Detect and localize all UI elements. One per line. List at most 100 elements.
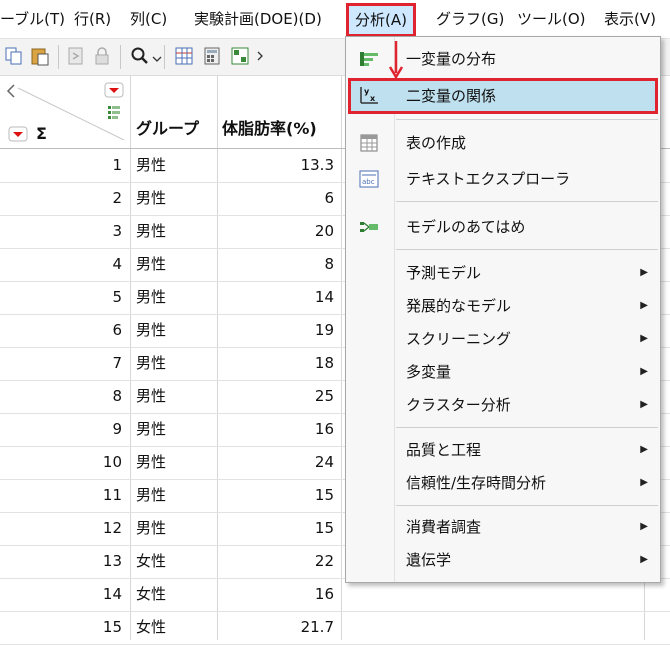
row-number[interactable]: 11: [0, 479, 122, 512]
script-icon[interactable]: [66, 46, 86, 66]
column-menu-icon[interactable]: [104, 82, 124, 98]
cell-bodyfat[interactable]: 13.3: [218, 149, 334, 182]
menu-item-label: スクリーニング: [406, 330, 512, 348]
cell-bodyfat[interactable]: 6: [218, 182, 334, 215]
cell-bodyfat[interactable]: 15: [218, 512, 334, 545]
column-list-icon[interactable]: [106, 104, 122, 120]
cell-bodyfat[interactable]: 19: [218, 314, 334, 347]
menu-item-clustering[interactable]: クラスター分析 ▶: [346, 389, 660, 421]
text-explorer-icon: abc: [359, 170, 379, 188]
menu-view[interactable]: 表示(V): [604, 6, 656, 32]
row-number[interactable]: 13: [0, 545, 122, 578]
layout-icon[interactable]: [230, 46, 250, 66]
cell-group[interactable]: 女性: [136, 545, 216, 578]
menu-item-fit-model[interactable]: モデルのあてはめ: [346, 211, 660, 243]
menu-item-label: 発展的なモデル: [406, 297, 512, 315]
menu-item-label: 信頼性/生存時間分析: [406, 474, 547, 492]
cell-bodyfat[interactable]: 21.7: [218, 611, 334, 644]
menu-item-label: 予測モデル: [406, 264, 482, 282]
row-number[interactable]: 14: [0, 578, 122, 611]
cell-bodyfat[interactable]: 16: [218, 413, 334, 446]
lock-icon[interactable]: [92, 46, 112, 66]
row-number[interactable]: 3: [0, 215, 122, 248]
row-number[interactable]: 15: [0, 611, 122, 644]
cell-bodyfat[interactable]: 24: [218, 446, 334, 479]
row-menu-icon[interactable]: [8, 126, 28, 142]
cell-bodyfat[interactable]: 22: [218, 545, 334, 578]
menu-item-screening[interactable]: スクリーニング ▶: [346, 323, 660, 355]
submenu-arrow-icon: ▶: [640, 477, 648, 488]
cell-group[interactable]: 男性: [136, 347, 216, 380]
copy-icon[interactable]: [4, 46, 24, 66]
submenu-arrow-icon: ▶: [640, 267, 648, 278]
cell-group[interactable]: 男性: [136, 248, 216, 281]
toolbar-separator: [58, 45, 59, 69]
column-header-bodyfat[interactable]: 体脂肪率(%): [222, 116, 317, 142]
row-number[interactable]: 2: [0, 182, 122, 215]
menu-item-multivariate[interactable]: 多変量 ▶: [346, 356, 660, 388]
column-header-group[interactable]: グループ: [136, 116, 199, 142]
row-number[interactable]: 12: [0, 512, 122, 545]
chevron-down-icon[interactable]: [151, 46, 163, 66]
data-grid-icon[interactable]: [174, 46, 194, 66]
cell-bodyfat[interactable]: 8: [218, 248, 334, 281]
row-number[interactable]: 9: [0, 413, 122, 446]
cell-group[interactable]: 男性: [136, 479, 216, 512]
fit-y-by-x-icon: y x: [360, 87, 378, 104]
cell-group[interactable]: 男性: [136, 512, 216, 545]
cell-group[interactable]: 女性: [136, 611, 216, 644]
menu-item-quality-process[interactable]: 品質と工程 ▶: [346, 434, 660, 466]
menu-item-text-explorer[interactable]: abc テキストエクスプローラ: [346, 163, 660, 195]
cell-group[interactable]: 男性: [136, 380, 216, 413]
cell-group[interactable]: 男性: [136, 314, 216, 347]
row-number[interactable]: 1: [0, 149, 122, 182]
row-number[interactable]: 8: [0, 380, 122, 413]
menu-separator: [396, 201, 658, 202]
cell-group[interactable]: 女性: [136, 578, 216, 611]
menu-table[interactable]: ーブル(T): [0, 6, 65, 32]
menu-item-reliability-survival[interactable]: 信頼性/生存時間分析 ▶: [346, 467, 660, 499]
menu-item-consumer-research[interactable]: 消費者調査 ▶: [346, 511, 660, 543]
cell-bodyfat[interactable]: 16: [218, 578, 334, 611]
row-number[interactable]: 5: [0, 281, 122, 314]
calculator-icon[interactable]: [202, 46, 222, 66]
cell-bodyfat[interactable]: 14: [218, 281, 334, 314]
row-number[interactable]: 10: [0, 446, 122, 479]
menu-doe[interactable]: 実験計画(DOE)(D): [194, 6, 322, 32]
search-icon[interactable]: [130, 46, 150, 66]
cell-group[interactable]: 男性: [136, 446, 216, 479]
cell-bodyfat[interactable]: 20: [218, 215, 334, 248]
menu-tools[interactable]: ツール(O): [517, 6, 586, 32]
row-number[interactable]: 4: [0, 248, 122, 281]
menu-bar: ーブル(T) 行(R) 列(C) 実験計画(DOE)(D) 分析(A) グラフ(…: [0, 0, 670, 39]
menu-rows[interactable]: 行(R): [74, 6, 111, 32]
submenu-arrow-icon: ▶: [640, 444, 648, 455]
cell-group[interactable]: 男性: [136, 215, 216, 248]
menu-item-predictive-modeling[interactable]: 予測モデル ▶: [346, 257, 660, 289]
row-number[interactable]: 6: [0, 314, 122, 347]
menu-item-specialized-modeling[interactable]: 発展的なモデル ▶: [346, 290, 660, 322]
menu-item-genetics[interactable]: 遺伝学 ▶: [346, 544, 660, 576]
distribution-icon: [360, 52, 378, 66]
menu-item-tabulate[interactable]: 表の作成: [346, 127, 660, 159]
menu-graph[interactable]: グラフ(G): [436, 6, 504, 32]
menu-item-label: 一変量の分布: [406, 50, 497, 68]
menu-cols[interactable]: 列(C): [130, 6, 167, 32]
more-icon[interactable]: [256, 46, 266, 66]
cell-group[interactable]: 男性: [136, 413, 216, 446]
menu-item-label: 遺伝学: [406, 551, 452, 569]
menu-item-fit-y-by-x[interactable]: y x 二変量の関係: [348, 78, 658, 114]
cell-group[interactable]: 男性: [136, 281, 216, 314]
cell-bodyfat[interactable]: 25: [218, 380, 334, 413]
menu-analyze[interactable]: 分析(A): [346, 3, 416, 37]
menu-item-label: テキストエクスプローラ: [406, 170, 571, 188]
toolbar-separator: [164, 45, 165, 69]
svg-text:abc: abc: [362, 178, 375, 186]
paste-icon[interactable]: [30, 46, 50, 66]
cell-group[interactable]: 男性: [136, 149, 216, 182]
cell-bodyfat[interactable]: 18: [218, 347, 334, 380]
row-number[interactable]: 7: [0, 347, 122, 380]
cell-bodyfat[interactable]: 15: [218, 479, 334, 512]
menu-separator: [396, 249, 658, 250]
cell-group[interactable]: 男性: [136, 182, 216, 215]
